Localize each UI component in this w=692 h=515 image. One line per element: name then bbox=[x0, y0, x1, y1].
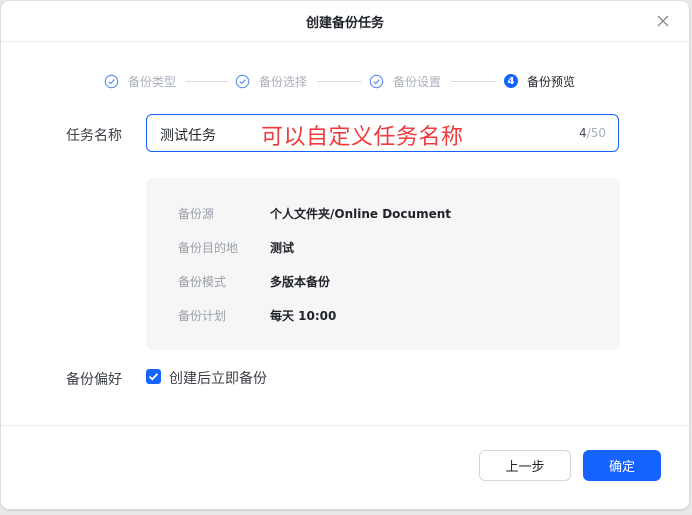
create-backup-dialog: 创建备份任务 备份类型 备份选择 备份设置 4 备份预览 任务名称 测试任务 可… bbox=[1, 1, 689, 509]
summary-key: 备份计划 bbox=[178, 309, 227, 323]
step-label: 备份类型 bbox=[128, 74, 177, 89]
task-name-label: 任务名称 bbox=[66, 128, 122, 144]
previous-step-button[interactable]: 上一步 bbox=[479, 450, 571, 481]
summary-value: 每天 10:00 bbox=[270, 309, 337, 323]
step-number-badge: 4 bbox=[504, 74, 518, 88]
dialog-title: 创建备份任务 bbox=[305, 16, 384, 31]
backup-immediately-checkbox[interactable] bbox=[146, 369, 161, 384]
footer-divider bbox=[1, 425, 689, 426]
char-count-current: 4 bbox=[579, 126, 587, 140]
step-backup-selection: 备份选择 bbox=[235, 72, 307, 90]
wizard-steps: 备份类型 备份选择 备份设置 4 备份预览 bbox=[1, 72, 689, 90]
task-name-value: 测试任务 bbox=[160, 128, 216, 144]
backup-preference-label: 备份偏好 bbox=[66, 372, 122, 388]
step-connector bbox=[186, 81, 228, 82]
summary-key: 备份目的地 bbox=[178, 241, 239, 255]
checkmark-icon bbox=[148, 373, 159, 381]
step-backup-settings: 备份设置 bbox=[369, 72, 441, 90]
check-circle-icon bbox=[104, 74, 119, 88]
confirm-button[interactable]: 确定 bbox=[583, 450, 661, 481]
summary-value: 多版本备份 bbox=[270, 275, 331, 289]
step-label: 备份选择 bbox=[259, 74, 308, 89]
task-name-input[interactable]: 测试任务 可以自定义任务名称 4/50 bbox=[146, 114, 619, 152]
step-label: 备份预览 bbox=[527, 74, 576, 89]
summary-value: 个人文件夹/Online Document bbox=[270, 207, 451, 221]
backup-summary-panel: 备份源 个人文件夹/Online Document 备份目的地 测试 备份模式 … bbox=[146, 178, 620, 350]
summary-value: 测试 bbox=[270, 241, 295, 255]
step-connector bbox=[451, 81, 496, 82]
check-circle-icon bbox=[235, 74, 250, 88]
check-circle-icon bbox=[369, 74, 384, 88]
summary-key: 备份模式 bbox=[178, 275, 227, 289]
step-connector bbox=[317, 81, 362, 82]
step-backup-preview: 4 备份预览 bbox=[504, 72, 575, 90]
step-backup-type: 备份类型 bbox=[104, 72, 176, 90]
backup-immediately-label[interactable]: 创建后立即备份 bbox=[169, 368, 267, 388]
summary-key: 备份源 bbox=[178, 207, 215, 221]
close-icon[interactable] bbox=[656, 14, 670, 28]
custom-name-annotation: 可以自定义任务名称 bbox=[261, 125, 464, 150]
dialog-header: 创建备份任务 bbox=[1, 1, 689, 42]
char-count-max: /50 bbox=[586, 126, 606, 140]
step-label: 备份设置 bbox=[393, 74, 442, 89]
char-counter: 4/50 bbox=[579, 126, 606, 140]
